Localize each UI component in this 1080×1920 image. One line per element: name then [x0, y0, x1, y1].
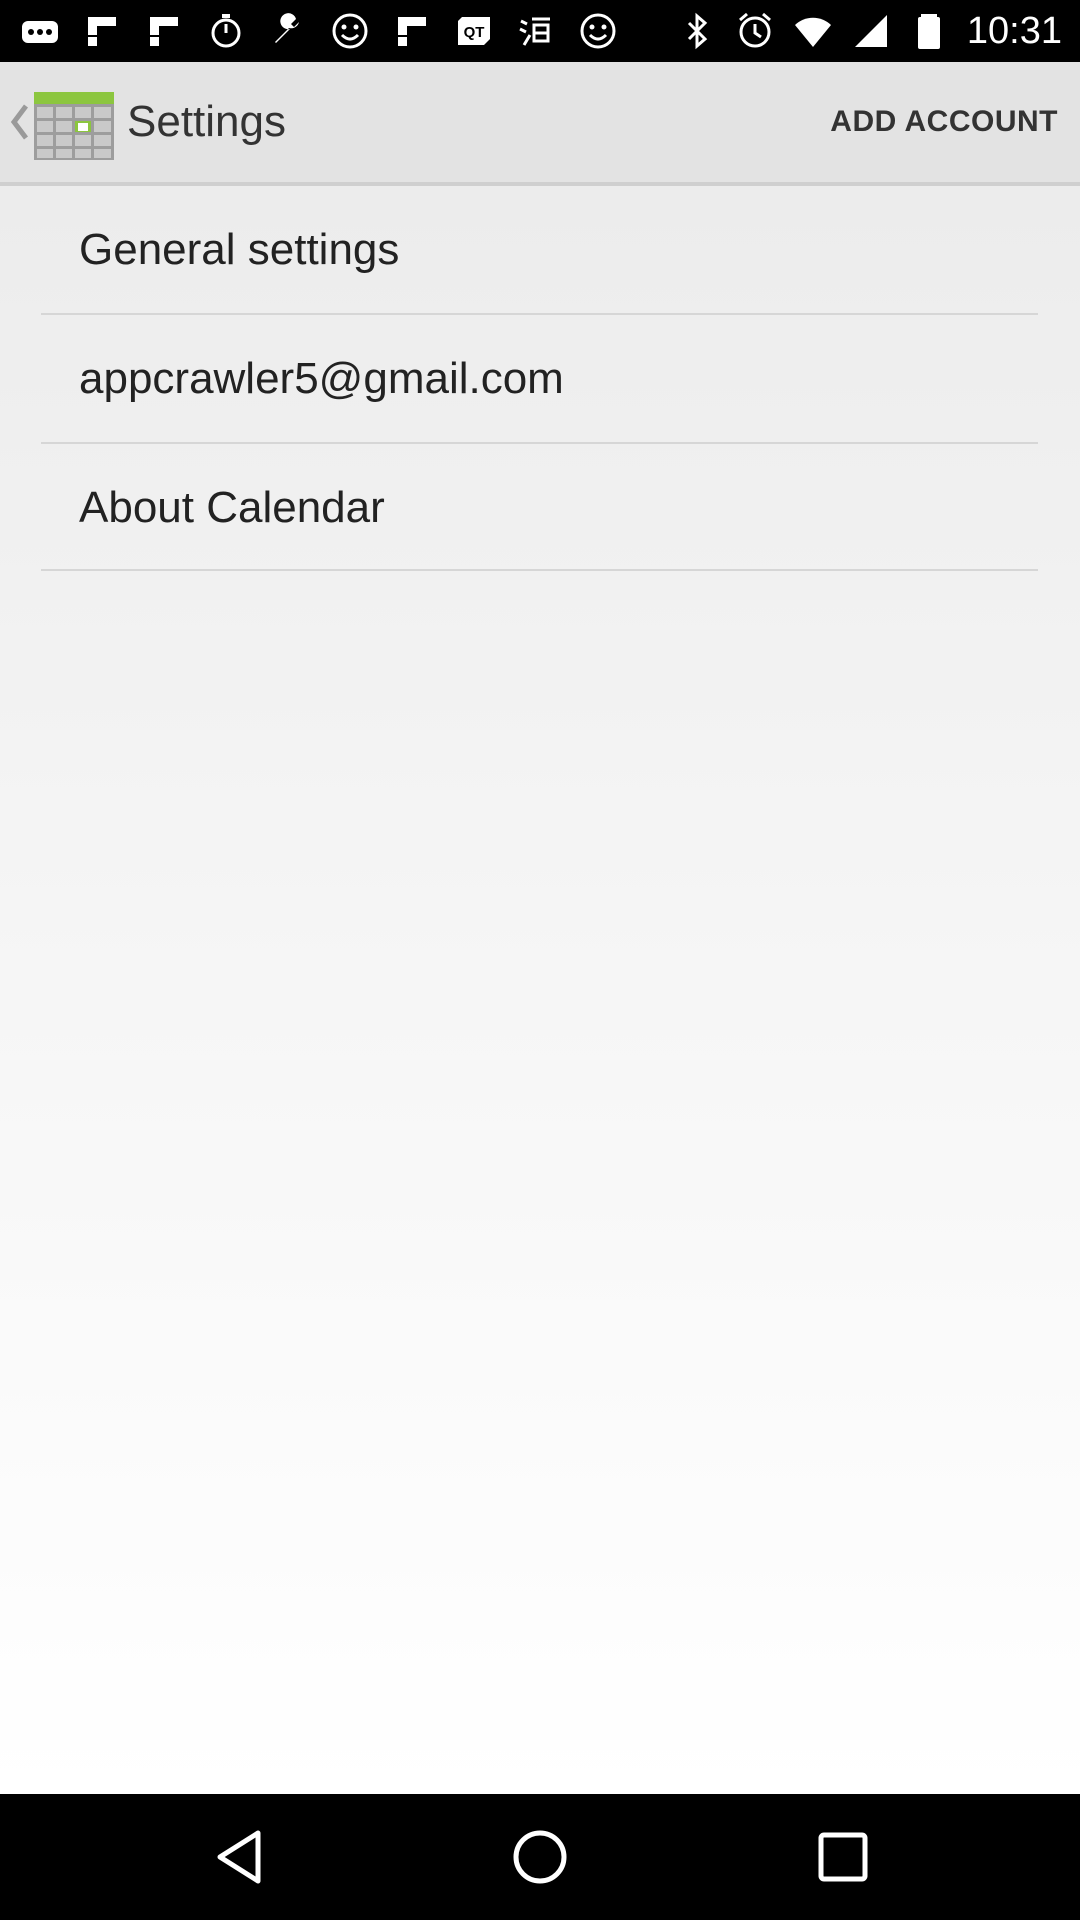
add-account-button[interactable]: ADD ACCOUNT	[830, 62, 1058, 182]
smiley-icon	[578, 11, 618, 51]
flipboard-icon	[82, 11, 122, 51]
list-item-label: General settings	[79, 225, 400, 274]
action-bar: Settings ADD ACCOUNT	[0, 62, 1080, 186]
chevron-left-icon	[10, 104, 28, 140]
svg-text:QT: QT	[464, 24, 485, 41]
status-bar: QT 10:31	[0, 0, 1080, 62]
navigation-bar	[0, 1794, 1080, 1920]
home-icon	[513, 1830, 567, 1884]
qt-icon: QT	[454, 11, 494, 51]
wrench-icon	[268, 11, 308, 51]
signal-icon	[851, 11, 891, 51]
page-title: Settings	[127, 97, 286, 146]
home-button[interactable]	[500, 1817, 580, 1897]
back-button[interactable]	[200, 1817, 280, 1897]
notification-icons: QT	[20, 0, 618, 62]
recents-icon	[818, 1832, 868, 1882]
up-button[interactable]	[0, 62, 120, 182]
list-item-about-calendar[interactable]: About Calendar	[0, 444, 1080, 571]
list-item-general-settings[interactable]: General settings	[0, 186, 1080, 313]
alarm-icon	[735, 11, 775, 51]
flipboard-icon	[392, 11, 432, 51]
back-icon	[217, 1830, 261, 1884]
list-item-label: appcrawler5@gmail.com	[79, 354, 564, 403]
settings-list: General settings appcrawler5@gmail.com A…	[0, 186, 1080, 1794]
wifi-icon	[793, 11, 833, 51]
taobao-icon	[516, 11, 556, 51]
flipboard-icon	[144, 11, 184, 51]
stopwatch-icon	[206, 11, 246, 51]
more-icon	[20, 11, 60, 51]
status-clock: 10:31	[966, 9, 1062, 52]
list-item-account[interactable]: appcrawler5@gmail.com	[0, 315, 1080, 442]
recents-button[interactable]	[803, 1817, 883, 1897]
system-icons: 10:31	[677, 0, 1062, 62]
list-item-label: About Calendar	[79, 483, 385, 532]
battery-icon	[909, 11, 949, 51]
bluetooth-icon	[677, 11, 717, 51]
smiley-icon	[330, 11, 370, 51]
calendar-app-icon	[34, 92, 114, 160]
divider	[41, 569, 1038, 571]
